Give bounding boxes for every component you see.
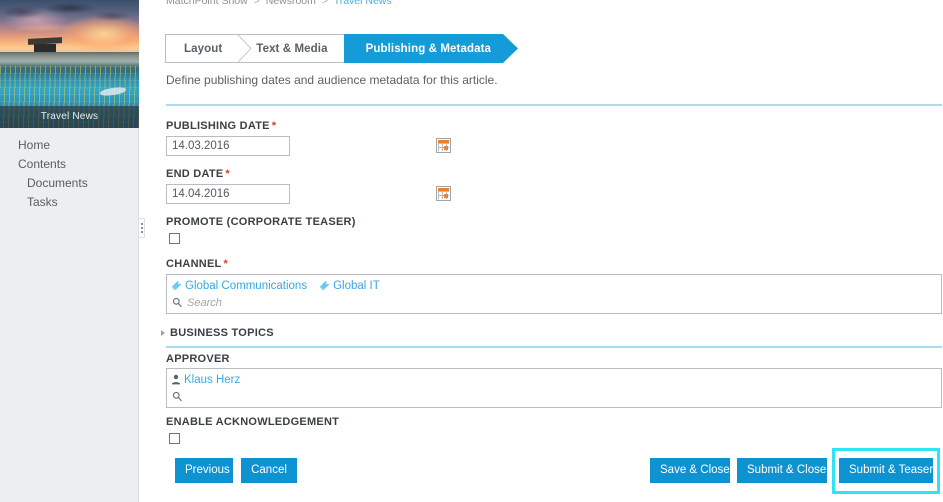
photo-clouds <box>0 0 139 56</box>
sidebar-nav: Home Contents Documents Tasks <box>0 136 139 212</box>
submit-and-teaser-button[interactable]: Submit & Teaser <box>839 458 933 483</box>
previous-button[interactable]: Previous <box>175 458 233 483</box>
thumbnail-caption: Travel News <box>0 106 139 128</box>
enable-acknowledgement-label: ENABLE ACKNOWLEDGEMENT <box>166 416 339 428</box>
approver-search-row[interactable] <box>167 388 941 407</box>
photo-hut <box>28 38 62 52</box>
sidebar-item-documents[interactable]: Documents <box>0 174 139 192</box>
dot <box>140 227 143 229</box>
approver-token-label: Klaus Herz <box>184 373 241 386</box>
photo-ridge <box>0 52 139 62</box>
sidebar-item-contents[interactable]: Contents <box>0 155 139 173</box>
breadcrumb-separator: > <box>321 0 328 7</box>
calendar-dot <box>444 194 448 198</box>
breadcrumb-item-travel-news[interactable]: Travel News <box>334 0 392 7</box>
approver-label: APPROVER <box>166 353 230 365</box>
channel-search-row[interactable]: Search <box>167 294 941 313</box>
approver-tokens: Klaus Herz <box>167 369 941 388</box>
calendar-icon-publishing-date[interactable] <box>436 138 451 153</box>
calendar-dot <box>444 146 448 150</box>
business-topics-label: BUSINESS TOPICS <box>170 327 274 339</box>
chevron-right-icon-active <box>503 34 518 63</box>
publishing-date-input[interactable] <box>166 136 290 156</box>
tab-publishing-and-metadata-label: Publishing & Metadata <box>365 42 491 55</box>
tab-text-and-media-label: Text & Media <box>256 42 328 55</box>
breadcrumb: MatchPoint Show > Newsroom > Travel News <box>166 0 392 7</box>
channel-tokens: Global Communications Global IT <box>167 275 941 294</box>
channel-picker[interactable]: Global Communications Global IT Search <box>166 274 942 314</box>
end-date-label: END DATE * <box>166 168 230 180</box>
approver-picker[interactable]: Klaus Herz <box>166 368 942 408</box>
chevron-right-icon <box>238 35 252 62</box>
channel-token-label: Global Communications <box>185 279 308 292</box>
sidebar-item-tasks[interactable]: Tasks <box>0 193 139 211</box>
calendar-icon-end-date[interactable] <box>436 186 451 201</box>
approver-token-klaus-herz[interactable]: Klaus Herz <box>171 374 240 386</box>
person-icon <box>171 374 181 385</box>
search-icon <box>172 391 183 402</box>
breadcrumb-item-matchpoint-show[interactable]: MatchPoint Show <box>166 0 248 7</box>
dot <box>140 223 143 225</box>
breadcrumb-separator: > <box>253 0 260 7</box>
search-icon <box>172 297 183 308</box>
business-topics-toggle[interactable]: BUSINESS TOPICS <box>161 327 274 339</box>
enable-acknowledgement-checkbox[interactable] <box>169 433 180 444</box>
breadcrumb-item-newsroom[interactable]: Newsroom <box>266 0 316 7</box>
required-marker: * <box>223 258 229 270</box>
app-root: Travel News Home Contents Documents Task… <box>0 0 943 502</box>
vertical-dots-icon[interactable] <box>138 218 145 238</box>
channel-token-global-it[interactable]: Global IT <box>319 280 380 292</box>
main-content: MatchPoint Show > Newsroom > Travel News… <box>140 0 943 502</box>
dot <box>140 231 143 233</box>
channel-label-text: CHANNEL <box>166 258 222 270</box>
divider-business-topics <box>166 346 942 348</box>
channel-token-global-communications[interactable]: Global Communications <box>171 280 307 292</box>
site-thumbnail[interactable]: Travel News <box>0 0 139 128</box>
tab-publishing-and-metadata[interactable]: Publishing & Metadata <box>343 34 518 63</box>
promote-label: PROMOTE (CORPORATE TEASER) <box>166 216 356 228</box>
tab-layout-label: Layout <box>184 42 223 55</box>
sidebar-item-home[interactable]: Home <box>0 136 139 154</box>
approver-label-text: APPROVER <box>166 353 230 365</box>
wizard-steps: Layout Text & Media Publishing & Metadat… <box>165 34 518 63</box>
tab-text-and-media[interactable]: Text & Media <box>238 34 344 63</box>
promote-label-text: PROMOTE (CORPORATE TEASER) <box>166 216 356 228</box>
publishing-date-label-text: PUBLISHING DATE <box>166 120 270 132</box>
tag-icon <box>319 280 330 291</box>
tag-icon <box>171 280 182 291</box>
cancel-button[interactable]: Cancel <box>241 458 297 483</box>
end-date-input[interactable] <box>166 184 290 204</box>
required-marker: * <box>225 168 230 180</box>
tab-layout[interactable]: Layout <box>165 34 252 63</box>
divider-top <box>166 104 942 106</box>
enable-acknowledgement-label-text: ENABLE ACKNOWLEDGEMENT <box>166 416 340 428</box>
end-date-label-text: END DATE <box>166 168 224 180</box>
required-marker: * <box>271 120 277 132</box>
left-sidebar: Travel News Home Contents Documents Task… <box>0 0 145 502</box>
page-subtitle: Define publishing dates and audience met… <box>166 73 498 87</box>
channel-search-placeholder: Search <box>187 296 222 309</box>
chevron-right-icon <box>161 330 165 336</box>
save-and-close-button[interactable]: Save & Close <box>650 458 730 483</box>
submit-and-close-button[interactable]: Submit & Close <box>737 458 827 483</box>
channel-label: CHANNEL * <box>166 258 228 270</box>
promote-checkbox[interactable] <box>169 233 180 244</box>
channel-token-label: Global IT <box>333 279 380 292</box>
publishing-date-label: PUBLISHING DATE * <box>166 120 276 132</box>
